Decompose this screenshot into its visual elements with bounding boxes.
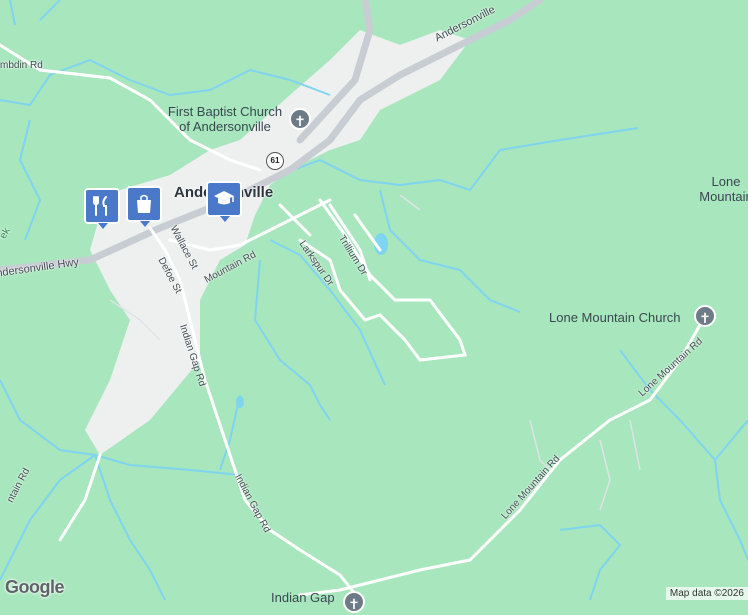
church-icon[interactable]: ✝ — [694, 305, 716, 327]
first-baptist-church-label[interactable]: First Baptist Church of Andersonville — [160, 104, 290, 134]
lone-mountain-church-label[interactable]: Lone Mountain Church — [549, 310, 681, 325]
google-logo[interactable]: Google — [5, 577, 65, 598]
indian-gap-label[interactable]: Indian Gap — [271, 590, 335, 605]
route-61-shield: 61 — [266, 152, 284, 170]
shopping-bag-icon — [137, 194, 151, 213]
fork-knife-icon — [93, 196, 107, 216]
shopping-pin[interactable] — [126, 186, 162, 227]
map-attribution[interactable]: Map data ©2026 — [665, 587, 748, 600]
church-label-line1: First Baptist Church — [167, 104, 283, 119]
lone-mountain-line2: Mountain — [699, 189, 748, 204]
school-pin[interactable] — [206, 181, 242, 222]
lone-mountain-line1: Lone — [711, 174, 741, 189]
church-label-line2: of Andersonville — [179, 119, 271, 134]
church-icon[interactable]: ✝ — [343, 591, 365, 613]
lone-mountain-label[interactable]: Lone Mountain — [686, 174, 748, 204]
restaurant-pin[interactable] — [84, 188, 120, 229]
church-icon[interactable]: ✝ — [289, 108, 311, 130]
map-canvas[interactable] — [0, 0, 748, 600]
graduation-cap-icon — [214, 191, 234, 205]
lambdin-rd-label: mbdin Rd — [0, 60, 43, 71]
